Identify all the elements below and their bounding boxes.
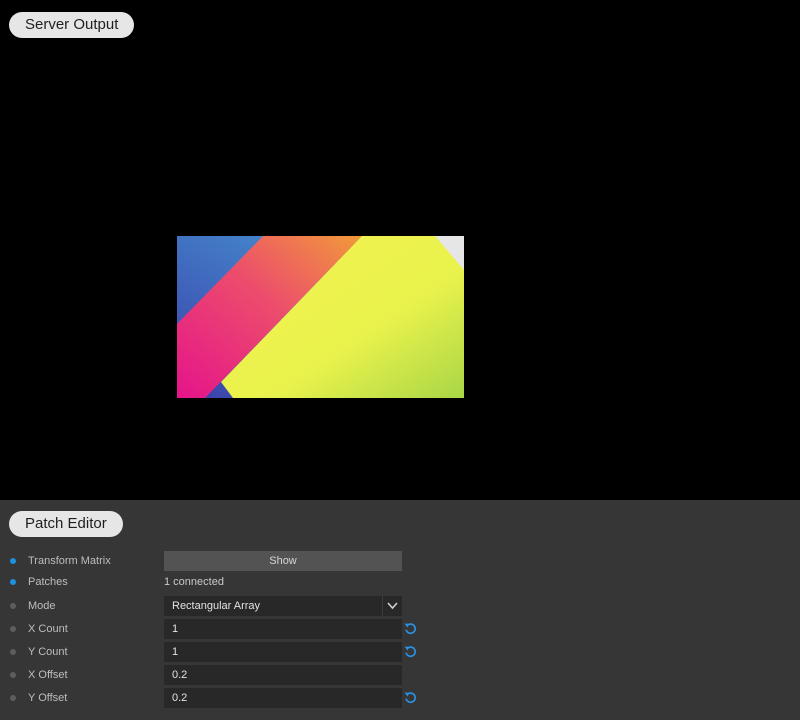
show-transform-matrix-button[interactable]: Show (164, 551, 402, 571)
input-indicator-dot[interactable] (10, 558, 16, 564)
input-indicator-dot[interactable] (10, 649, 16, 655)
patch-editor-panel: Patch Editor Transform Matrix Show Patch… (0, 500, 800, 720)
reset-icon[interactable] (404, 645, 417, 658)
param-row-y-count: Y Count 1 (0, 642, 800, 662)
input-indicator-dot[interactable] (10, 672, 16, 678)
input-indicator-dot[interactable] (10, 695, 16, 701)
param-label: X Count (28, 623, 68, 635)
chevron-down-icon[interactable] (382, 596, 402, 616)
x-offset-input[interactable]: 0.2 (164, 665, 402, 685)
input-indicator-dot[interactable] (10, 626, 16, 632)
patch-editor-title: Patch Editor (9, 511, 123, 537)
param-label: X Offset (28, 669, 68, 681)
app-root: Server Output Patch Editor Transform Mat… (0, 0, 800, 720)
server-output-title: Server Output (9, 12, 135, 38)
output-preview-image (177, 236, 464, 398)
mode-select[interactable]: Rectangular Array (164, 596, 402, 616)
patches-value: 1 connected (164, 576, 224, 588)
reset-icon[interactable] (404, 691, 417, 704)
param-row-x-offset: X Offset 0.2 (0, 665, 800, 685)
param-row-transform-matrix: Transform Matrix Show (0, 551, 800, 571)
x-count-input[interactable]: 1 (164, 619, 402, 639)
param-label: Mode (28, 600, 56, 612)
mode-select-value: Rectangular Array (172, 600, 261, 612)
y-count-input[interactable]: 1 (164, 642, 402, 662)
reset-icon[interactable] (404, 622, 417, 635)
param-row-x-count: X Count 1 (0, 619, 800, 639)
param-row-patches: Patches 1 connected (0, 572, 800, 592)
param-label: Y Count (28, 646, 68, 658)
param-label: Patches (28, 576, 68, 588)
param-row-mode: Mode Rectangular Array (0, 596, 800, 616)
server-output-panel: Server Output (0, 0, 800, 500)
y-offset-input[interactable]: 0.2 (164, 688, 402, 708)
param-row-y-offset: Y Offset 0.2 (0, 688, 800, 708)
input-indicator-dot[interactable] (10, 603, 16, 609)
input-indicator-dot[interactable] (10, 579, 16, 585)
param-label: Y Offset (28, 692, 68, 704)
param-label: Transform Matrix (28, 555, 111, 567)
